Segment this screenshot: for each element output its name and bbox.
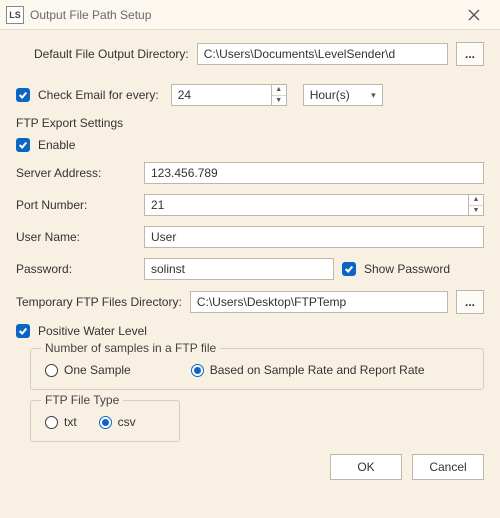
output-dir-browse-button[interactable]: ... <box>456 42 484 66</box>
ok-button[interactable]: OK <box>330 454 402 480</box>
spin-down-icon[interactable]: ▼ <box>272 96 286 106</box>
password-label: Password: <box>16 262 136 276</box>
check-email-spinner[interactable]: ▲ ▼ <box>171 84 287 106</box>
one-sample-option[interactable]: One Sample <box>45 363 131 377</box>
server-address-label: Server Address: <box>16 166 136 180</box>
port-number-label: Port Number: <box>16 198 136 212</box>
port-number-input[interactable] <box>144 194 468 216</box>
close-icon <box>468 9 480 21</box>
csv-radio[interactable] <box>99 416 112 429</box>
txt-label: txt <box>64 415 77 429</box>
user-name-input[interactable] <box>144 226 484 248</box>
positive-water-level-label: Positive Water Level <box>38 324 147 338</box>
check-email-checkbox[interactable] <box>16 88 30 102</box>
one-sample-label: One Sample <box>64 363 131 377</box>
check-email-label: Check Email for every: <box>38 88 159 102</box>
output-dir-input[interactable] <box>197 43 448 65</box>
spin-down-icon[interactable]: ▼ <box>469 206 483 216</box>
txt-radio[interactable] <box>45 416 58 429</box>
one-sample-radio[interactable] <box>45 364 58 377</box>
window-title: Output File Path Setup <box>30 8 454 22</box>
txt-option[interactable]: txt <box>45 415 77 429</box>
cancel-button[interactable]: Cancel <box>412 454 484 480</box>
user-name-label: User Name: <box>16 230 136 244</box>
positive-water-level-checkbox[interactable] <box>16 324 30 338</box>
samples-groupbox: Number of samples in a FTP file One Samp… <box>30 348 484 390</box>
based-on-rate-radio[interactable] <box>191 364 204 377</box>
ftp-section-title: FTP Export Settings <box>16 116 484 130</box>
temp-ftp-dir-label: Temporary FTP Files Directory: <box>16 295 182 309</box>
spinner-buttons[interactable]: ▲ ▼ <box>271 84 287 106</box>
check-email-unit-dropdown[interactable]: Hour(s) ▾ <box>303 84 383 106</box>
server-address-input[interactable] <box>144 162 484 184</box>
chevron-down-icon: ▾ <box>371 90 376 101</box>
csv-label: csv <box>118 415 136 429</box>
ftp-enable-label: Enable <box>38 138 75 152</box>
based-on-rate-label: Based on Sample Rate and Report Rate <box>210 363 425 377</box>
filetype-group-legend: FTP File Type <box>41 393 123 407</box>
port-spinner-buttons[interactable]: ▲ ▼ <box>468 194 484 216</box>
ftp-enable-checkbox[interactable] <box>16 138 30 152</box>
spin-up-icon[interactable]: ▲ <box>469 195 483 206</box>
filetype-groupbox: FTP File Type txt csv <box>30 400 180 442</box>
check-icon <box>18 90 28 100</box>
check-email-value[interactable] <box>171 84 271 106</box>
temp-ftp-dir-input[interactable] <box>190 291 448 313</box>
samples-group-legend: Number of samples in a FTP file <box>41 341 220 355</box>
dialog-body: Default File Output Directory: ... Check… <box>0 30 500 490</box>
temp-ftp-dir-browse-button[interactable]: ... <box>456 290 484 314</box>
based-on-rate-option[interactable]: Based on Sample Rate and Report Rate <box>191 363 425 377</box>
check-icon <box>344 264 354 274</box>
close-button[interactable] <box>454 3 494 27</box>
show-password-checkbox[interactable] <box>342 262 356 276</box>
app-icon: LS <box>6 6 24 24</box>
csv-option[interactable]: csv <box>99 415 136 429</box>
output-dir-label: Default File Output Directory: <box>34 47 189 61</box>
check-icon <box>18 140 28 150</box>
password-input[interactable] <box>144 258 334 280</box>
dialog-footer: OK Cancel <box>16 452 484 480</box>
check-email-unit-value: Hour(s) <box>310 88 350 102</box>
show-password-label: Show Password <box>364 262 484 276</box>
spin-up-icon[interactable]: ▲ <box>272 85 286 96</box>
check-icon <box>18 326 28 336</box>
titlebar: LS Output File Path Setup <box>0 0 500 30</box>
